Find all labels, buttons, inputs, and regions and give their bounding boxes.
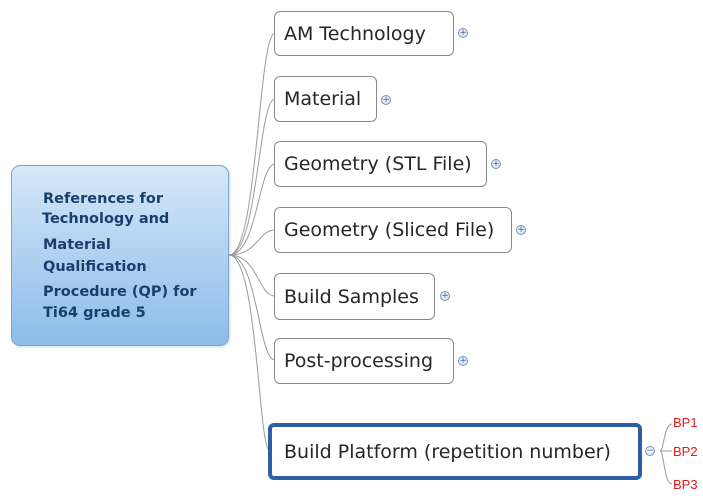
topic-label: Build Platform (repetition number)	[284, 440, 611, 463]
expand-plus-icon[interactable]: +	[516, 225, 526, 235]
connector-post-processing	[228, 254, 276, 361]
central-topic-line-6: Ti64 grade 5	[43, 305, 146, 321]
subtopic-bp1[interactable]: BP1	[673, 415, 698, 430]
central-topic-line-4: Qualification	[43, 259, 147, 275]
topic-label: AM Technology	[284, 22, 426, 45]
topic-build-platform[interactable]: Build Platform (repetition number)	[268, 423, 642, 480]
central-topic-line-5: Procedure (QP) for	[43, 284, 197, 300]
expand-plus-icon[interactable]: +	[440, 291, 450, 301]
connector-build-platform	[228, 254, 271, 452]
topic-geometry-sliced[interactable]: Geometry (Sliced File)	[274, 207, 512, 253]
topic-geometry-stl[interactable]: Geometry (STL File)	[274, 141, 487, 187]
connector-bp3	[659, 450, 673, 485]
expand-plus-icon[interactable]: +	[458, 356, 468, 366]
central-topic-line-1: References for	[43, 191, 163, 207]
collapse-minus-icon[interactable]: −	[645, 446, 655, 456]
subtopic-bp2[interactable]: BP2	[673, 444, 698, 459]
topic-label: Build Samples	[284, 285, 419, 308]
topic-label: Geometry (STL File)	[284, 153, 472, 175]
expand-plus-icon[interactable]: +	[458, 28, 468, 38]
topic-label: Material	[284, 88, 362, 110]
topic-label: Geometry (Sliced File)	[284, 219, 495, 241]
subtopic-bp3[interactable]: BP3	[673, 477, 698, 492]
central-topic-line-3: Material	[43, 237, 111, 253]
connector-am-technology	[228, 32, 276, 256]
connector-geometry-stl	[228, 163, 276, 256]
central-topic[interactable]: References for Technology and Material Q…	[11, 165, 229, 346]
topic-material[interactable]: Material	[274, 76, 377, 122]
topic-post-processing[interactable]: Post-processing	[274, 338, 454, 384]
expand-plus-icon[interactable]: +	[381, 95, 391, 105]
central-topic-line-2: Technology and	[42, 211, 170, 227]
topic-am-technology[interactable]: AM Technology	[274, 11, 454, 56]
topic-build-samples[interactable]: Build Samples	[274, 273, 435, 320]
expand-plus-icon[interactable]: +	[491, 159, 501, 169]
topic-label: Post-processing	[284, 350, 434, 372]
connector-bp1	[659, 423, 673, 452]
